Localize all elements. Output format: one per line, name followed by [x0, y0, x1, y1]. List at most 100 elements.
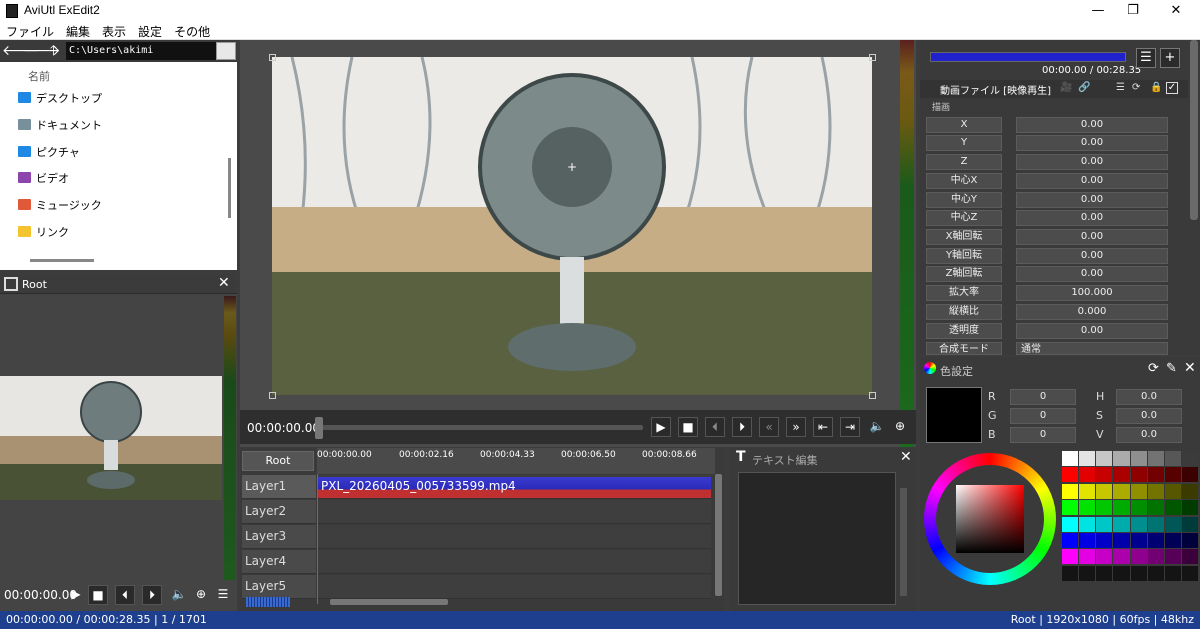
- minimize-button[interactable]: —: [1078, 0, 1118, 22]
- color-swatch[interactable]: [1181, 483, 1198, 499]
- color-swatch[interactable]: [1181, 500, 1198, 516]
- color-swatch[interactable]: [1164, 516, 1181, 532]
- timeline-vertical-scrollbar[interactable]: [715, 474, 722, 596]
- saturation-value-square[interactable]: [956, 485, 1024, 553]
- color-swatch[interactable]: [1164, 549, 1181, 565]
- explorer-item-videos[interactable]: ビデオ: [18, 170, 69, 190]
- color-swatch[interactable]: [1164, 532, 1181, 548]
- object-seekbar[interactable]: [930, 52, 1126, 62]
- up-arrow-icon[interactable]: 🡑: [44, 42, 63, 60]
- maximize-button[interactable]: ❐: [1113, 0, 1153, 22]
- param-value[interactable]: 0.00: [1016, 323, 1168, 339]
- color-swatch[interactable]: [1181, 532, 1198, 548]
- color-swatch[interactable]: [1079, 500, 1096, 516]
- volume-icon[interactable]: 🔈: [867, 417, 887, 437]
- color-swatch[interactable]: [1062, 549, 1079, 565]
- explorer-vertical-scrollbar[interactable]: [228, 158, 231, 218]
- go-to-start-icon[interactable]: ⇤: [813, 417, 833, 437]
- color-swatch[interactable]: [1147, 549, 1164, 565]
- timeline-horizontal-scrollbar[interactable]: [330, 599, 448, 605]
- eyedropper-icon[interactable]: ✎: [1166, 361, 1177, 376]
- close-icon[interactable]: ✕: [218, 275, 230, 291]
- zoom-icon[interactable]: ⊕: [191, 585, 211, 605]
- color-swatch[interactable]: [1096, 451, 1113, 466]
- explorer-item-pictures[interactable]: ピクチャ: [18, 144, 80, 164]
- layer-label[interactable]: Layer5: [242, 575, 316, 599]
- color-swatch[interactable]: [1096, 549, 1113, 565]
- blue-value[interactable]: 0: [1010, 427, 1076, 443]
- stop-icon[interactable]: ■: [88, 585, 108, 605]
- color-swatch[interactable]: [1096, 500, 1113, 516]
- color-swatch[interactable]: [1181, 467, 1198, 483]
- next-frame-icon[interactable]: ⏵: [142, 585, 162, 605]
- path-input[interactable]: C:\Users\akimi: [66, 42, 216, 60]
- video-clip[interactable]: PXL_20260405_005733599.mp4: [318, 477, 711, 498]
- folder-icon[interactable]: [216, 42, 236, 60]
- hue-value[interactable]: 0.0: [1116, 389, 1182, 405]
- red-value[interactable]: 0: [1010, 389, 1076, 405]
- green-value[interactable]: 0: [1010, 408, 1076, 424]
- link-icon[interactable]: 🔗: [1078, 82, 1090, 93]
- color-swatch[interactable]: [1130, 483, 1147, 499]
- param-value[interactable]: 0.00: [1016, 248, 1168, 264]
- layer-track[interactable]: [317, 500, 711, 524]
- color-swatch[interactable]: [1079, 565, 1096, 581]
- param-value[interactable]: 0.00: [1016, 266, 1168, 282]
- param-value[interactable]: 0.00: [1016, 154, 1168, 170]
- color-swatch[interactable]: [1079, 451, 1096, 466]
- refresh-icon[interactable]: ⟳: [1148, 361, 1159, 376]
- list-icon[interactable]: ☰: [1136, 48, 1156, 68]
- param-value[interactable]: 0.00: [1016, 229, 1168, 245]
- brightness-value[interactable]: 0.0: [1116, 427, 1182, 443]
- color-swatch[interactable]: [1164, 483, 1181, 499]
- layer-label[interactable]: Layer2: [242, 500, 316, 524]
- color-swatch[interactable]: [1147, 500, 1164, 516]
- close-icon[interactable]: ✕: [1184, 360, 1196, 376]
- explorer-item-music[interactable]: ミュージック: [18, 197, 102, 217]
- layer-label[interactable]: Layer1: [242, 475, 316, 499]
- timeline-root-button[interactable]: Root: [242, 451, 314, 471]
- prev-frame-icon[interactable]: ⏴: [115, 585, 135, 605]
- text-edit-area[interactable]: [738, 472, 896, 605]
- layer-label[interactable]: Layer4: [242, 550, 316, 574]
- color-swatch[interactable]: [1164, 451, 1181, 466]
- color-swatch[interactable]: [1130, 565, 1147, 581]
- frame-handle[interactable]: [269, 54, 276, 61]
- play-icon[interactable]: ▶: [651, 417, 671, 437]
- color-swatch[interactable]: [1079, 532, 1096, 548]
- close-button[interactable]: ✕: [1156, 0, 1196, 22]
- fast-forward-icon[interactable]: »: [786, 417, 806, 437]
- frame-handle[interactable]: [869, 392, 876, 399]
- color-swatch[interactable]: [1147, 516, 1164, 532]
- color-swatch[interactable]: [1113, 532, 1130, 548]
- color-swatch[interactable]: [1113, 500, 1130, 516]
- text-edit-scrollbar[interactable]: [900, 488, 907, 596]
- menu-list-icon[interactable]: ☰: [213, 585, 233, 605]
- color-swatch[interactable]: [1181, 549, 1198, 565]
- color-swatch[interactable]: [1062, 516, 1079, 532]
- color-swatch[interactable]: [1096, 516, 1113, 532]
- volume-icon[interactable]: 🔈: [169, 585, 189, 605]
- forward-arrow-icon[interactable]: 🡒: [23, 42, 61, 60]
- color-swatch[interactable]: [1164, 500, 1181, 516]
- layer-label[interactable]: Layer3: [242, 525, 316, 549]
- param-value[interactable]: 0.00: [1016, 210, 1168, 226]
- menu-file[interactable]: ファイル: [0, 22, 60, 41]
- zoom-icon[interactable]: ⊕: [890, 417, 910, 437]
- menu-view[interactable]: 表示: [96, 22, 132, 41]
- color-swatch[interactable]: [1113, 467, 1130, 483]
- color-swatch[interactable]: [1130, 500, 1147, 516]
- color-swatch[interactable]: [1079, 549, 1096, 565]
- color-swatch[interactable]: [1130, 516, 1147, 532]
- color-swatch[interactable]: [1147, 565, 1164, 581]
- color-swatch[interactable]: [1113, 483, 1130, 499]
- menu-other[interactable]: その他: [168, 22, 216, 41]
- column-header-name[interactable]: 名前: [28, 68, 50, 84]
- props-scrollbar[interactable]: [1190, 40, 1198, 220]
- explorer-horizontal-scrollbar[interactable]: [30, 259, 94, 262]
- explorer-item-documents[interactable]: ドキュメント: [18, 117, 102, 137]
- color-swatch[interactable]: [1147, 467, 1164, 483]
- layer-track[interactable]: [317, 525, 711, 549]
- color-swatch[interactable]: [1096, 532, 1113, 548]
- color-swatch[interactable]: [1130, 451, 1147, 466]
